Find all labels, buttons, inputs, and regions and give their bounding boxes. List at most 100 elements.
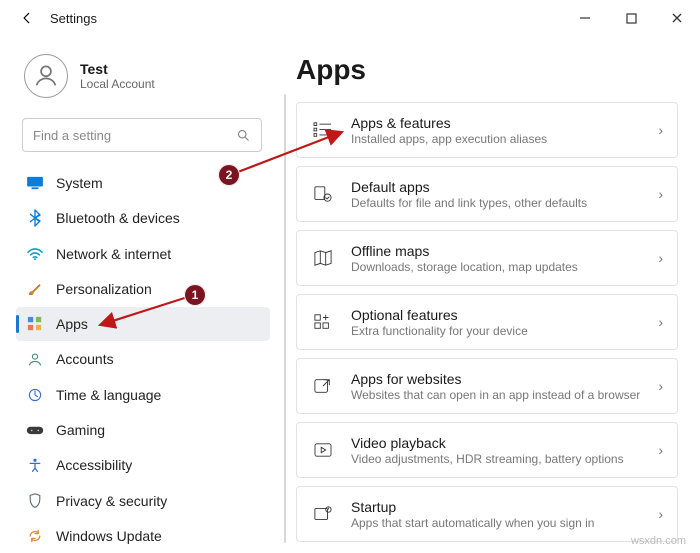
nav-item-privacy[interactable]: Privacy & security — [16, 483, 270, 517]
card-text: Default apps Defaults for file and link … — [351, 179, 658, 210]
card-text: Video playback Video adjustments, HDR st… — [351, 435, 658, 466]
maximize-button[interactable] — [608, 0, 654, 36]
close-icon — [671, 12, 683, 24]
user-sub: Local Account — [80, 77, 155, 91]
titlebar: Settings — [0, 0, 700, 36]
shield-icon — [26, 492, 44, 510]
main-panel: Apps Apps & features Installed apps, app… — [278, 36, 700, 553]
card-optional-features[interactable]: Optional features Extra functionality fo… — [296, 294, 678, 350]
arrow-left-icon — [20, 11, 34, 25]
card-text: Offline maps Downloads, storage location… — [351, 243, 658, 274]
close-button[interactable] — [654, 0, 700, 36]
card-sub: Video adjustments, HDR streaming, batter… — [351, 452, 658, 466]
nav-label: Accessibility — [56, 457, 132, 473]
app-link-icon — [309, 372, 337, 400]
maximize-icon — [626, 13, 637, 24]
nav-item-time[interactable]: Time & language — [16, 378, 270, 412]
nav-label: Accounts — [56, 351, 114, 367]
watermark: wsxdn.com — [631, 535, 686, 547]
user-name: Test — [80, 61, 155, 77]
card-title: Optional features — [351, 307, 658, 323]
nav-item-accessibility[interactable]: Accessibility — [16, 448, 270, 482]
person-icon — [32, 62, 60, 90]
card-sub: Downloads, storage location, map updates — [351, 260, 658, 274]
card-title: Default apps — [351, 179, 658, 195]
card-title: Video playback — [351, 435, 658, 451]
chevron-right-icon: › — [658, 250, 663, 266]
card-title: Apps for websites — [351, 371, 658, 387]
card-sub: Defaults for file and link types, other … — [351, 196, 658, 210]
map-icon — [309, 244, 337, 272]
gaming-icon — [26, 421, 44, 439]
card-sub: Websites that can open in an app instead… — [351, 388, 658, 402]
window-title: Settings — [50, 11, 97, 26]
nav: System Bluetooth & devices Network & int… — [16, 166, 270, 553]
nav-item-personalization[interactable]: Personalization — [16, 272, 270, 306]
window-controls — [562, 0, 700, 36]
card-text: Startup Apps that start automatically wh… — [351, 499, 658, 530]
search-input[interactable]: Find a setting — [22, 118, 262, 152]
card-apps-websites[interactable]: Apps for websites Websites that can open… — [296, 358, 678, 414]
card-text: Optional features Extra functionality fo… — [351, 307, 658, 338]
card-text: Apps & features Installed apps, app exec… — [351, 115, 658, 146]
card-text: Apps for websites Websites that can open… — [351, 371, 658, 402]
video-icon — [309, 436, 337, 464]
scroll-divider — [284, 94, 286, 543]
chevron-right-icon: › — [658, 314, 663, 330]
bluetooth-icon — [26, 209, 44, 227]
nav-item-network[interactable]: Network & internet — [16, 237, 270, 271]
back-button[interactable] — [14, 5, 40, 31]
default-apps-icon — [309, 180, 337, 208]
chevron-right-icon: › — [658, 186, 663, 202]
chevron-right-icon: › — [658, 122, 663, 138]
list-icon — [309, 116, 337, 144]
card-title: Offline maps — [351, 243, 658, 259]
nav-item-gaming[interactable]: Gaming — [16, 413, 270, 447]
page-title: Apps — [296, 54, 678, 86]
accounts-icon — [26, 350, 44, 368]
chevron-right-icon: › — [658, 506, 663, 522]
nav-item-update[interactable]: Windows Update — [16, 519, 270, 553]
nav-label: Time & language — [56, 387, 161, 403]
card-title: Apps & features — [351, 115, 658, 131]
brush-icon — [26, 280, 44, 298]
card-video-playback[interactable]: Video playback Video adjustments, HDR st… — [296, 422, 678, 478]
user-block[interactable]: Test Local Account — [16, 48, 270, 116]
nav-label: Apps — [56, 316, 88, 332]
nav-label: Network & internet — [56, 246, 171, 262]
search-placeholder: Find a setting — [33, 128, 236, 143]
avatar — [24, 54, 68, 98]
nav-label: Personalization — [56, 281, 152, 297]
update-icon — [26, 527, 44, 545]
minimize-button[interactable] — [562, 0, 608, 36]
system-icon — [26, 174, 44, 192]
card-sub: Installed apps, app execution aliases — [351, 132, 658, 146]
grid-plus-icon — [309, 308, 337, 336]
card-default-apps[interactable]: Default apps Defaults for file and link … — [296, 166, 678, 222]
nav-item-accounts[interactable]: Accounts — [16, 342, 270, 376]
card-sub: Apps that start automatically when you s… — [351, 516, 658, 530]
wifi-icon — [26, 245, 44, 263]
nav-label: Gaming — [56, 422, 105, 438]
startup-icon — [309, 500, 337, 528]
accessibility-icon — [26, 456, 44, 474]
annotation-badge-2: 2 — [218, 164, 240, 186]
card-offline-maps[interactable]: Offline maps Downloads, storage location… — [296, 230, 678, 286]
chevron-right-icon: › — [658, 378, 663, 394]
chevron-right-icon: › — [658, 442, 663, 458]
minimize-icon — [579, 12, 591, 24]
search-icon — [236, 128, 251, 143]
nav-item-bluetooth[interactable]: Bluetooth & devices — [16, 201, 270, 235]
nav-label: Windows Update — [56, 528, 162, 544]
card-title: Startup — [351, 499, 658, 515]
nav-label: System — [56, 175, 103, 191]
nav-label: Privacy & security — [56, 493, 167, 509]
card-sub: Extra functionality for your device — [351, 324, 658, 338]
apps-icon — [26, 315, 44, 333]
annotation-badge-1: 1 — [184, 284, 206, 306]
card-startup[interactable]: Startup Apps that start automatically wh… — [296, 486, 678, 542]
clock-globe-icon — [26, 386, 44, 404]
cards-list: Apps & features Installed apps, app exec… — [284, 102, 678, 542]
card-apps-features[interactable]: Apps & features Installed apps, app exec… — [296, 102, 678, 158]
nav-item-apps[interactable]: Apps — [16, 307, 270, 341]
